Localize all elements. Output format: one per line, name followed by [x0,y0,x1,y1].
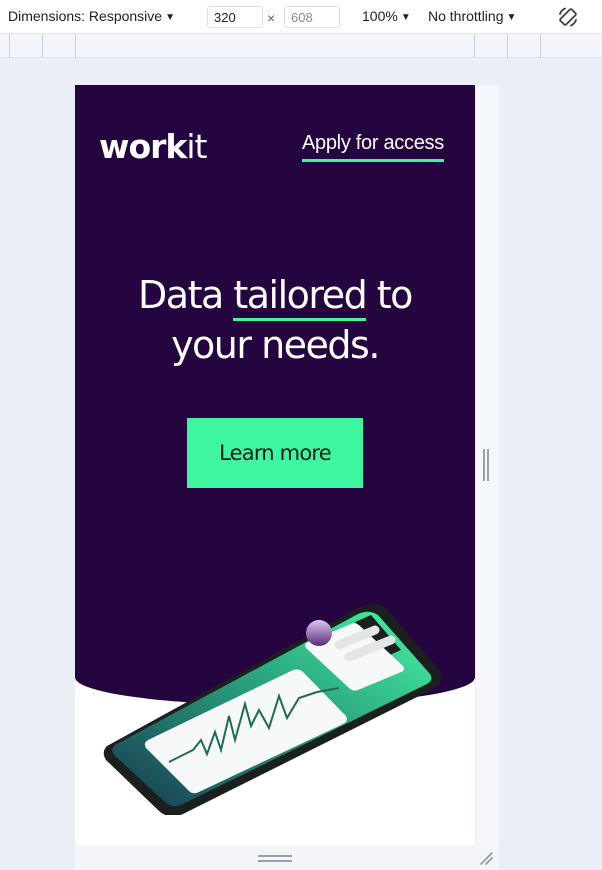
apply-for-access-link[interactable]: Apply for access [302,132,444,162]
zoom-label: 100% [362,8,398,24]
headline-part-1: Data [138,273,234,317]
throttling-label: No throttling [428,8,504,24]
chevron-down-icon: ▼ [165,12,175,23]
width-input[interactable]: 320 [207,6,263,28]
devtools-toolbar: Dimensions: Responsive ▼ 320 × 608 100% ▼ … [0,0,602,34]
headline-part-2: to [366,273,414,317]
headline-highlight: tailored [233,273,368,321]
chevron-down-icon: ▼ [506,12,517,23]
device-viewport: workit Apply for access Data tailored to… [75,85,475,845]
throttling-dropdown[interactable]: No throttling ▼ [428,8,516,24]
rotate-icon[interactable] [556,5,580,29]
times-symbol: × [267,10,276,26]
logo-bold: work [99,127,187,166]
phone-illustration [103,604,442,815]
dimensions-dropdown[interactable]: Dimensions: Responsive ▼ [8,8,175,24]
media-query-ruler[interactable] [0,34,602,58]
height-input[interactable]: 608 [284,6,340,28]
resize-handle-right[interactable] [482,449,490,481]
resize-handle-bottom[interactable] [258,855,292,863]
resize-corner-icon[interactable] [478,850,494,866]
zoom-dropdown[interactable]: 100% ▼ [362,8,411,24]
learn-more-button[interactable]: Learn more [187,418,363,488]
dimensions-label: Dimensions: Responsive [8,8,163,24]
chevron-down-icon: ▼ [400,12,411,23]
hero-headline: Data tailored to your needs. [75,270,475,370]
logo-light: it [186,127,207,166]
workit-logo[interactable]: workit [99,127,208,166]
headline-line-2: your needs. [171,323,380,367]
